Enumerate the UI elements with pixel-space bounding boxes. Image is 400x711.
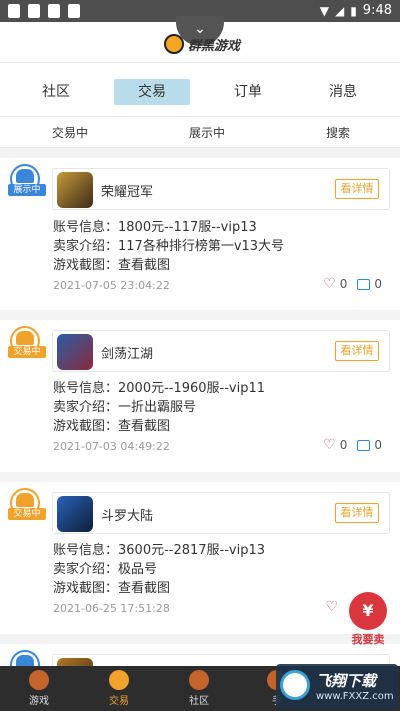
game-box[interactable]: 剑荡江湖 看详情	[52, 330, 390, 372]
sell-button[interactable]: ¥ 我要卖	[345, 592, 391, 646]
game-icon	[57, 334, 93, 370]
game-box[interactable]: 斗罗大陆 看详情	[52, 492, 390, 534]
battery-icon: ▮	[350, 3, 357, 18]
notification-icon	[48, 4, 60, 18]
tab-messages[interactable]: 消息	[305, 79, 381, 105]
comment-count: 0	[374, 438, 382, 452]
game-icon	[57, 658, 93, 666]
tab-orders[interactable]: 订单	[210, 79, 286, 105]
wifi-icon: ▼	[319, 3, 329, 18]
app-header: ⌄ 群黑游戏	[0, 16, 400, 62]
account-info: 账号信息：1800元--117服--vip13	[53, 220, 257, 235]
game-box[interactable]: 荣耀冠军 看详情	[52, 168, 390, 210]
status-icon	[16, 331, 34, 345]
listing-feed: 展示中 荣耀冠军 看详情 账号信息：1800元--117服--vip13 卖家介…	[0, 150, 400, 666]
status-icon	[16, 493, 34, 507]
listing-card[interactable]: 交易中 斗罗大陆 看详情 账号信息：3600元--2817服--vip13 卖家…	[0, 482, 400, 634]
watermark-title: 飞翔下载	[316, 672, 377, 690]
tab-community[interactable]: 社区	[18, 79, 94, 105]
nav-games[interactable]: 游戏	[14, 670, 64, 707]
subtab-trading[interactable]: 交易中	[52, 124, 88, 141]
logo-text: 群黑游戏	[188, 38, 241, 54]
signal-icon: ◢	[334, 3, 345, 18]
nav-label: 交易	[109, 696, 129, 707]
game-icon	[57, 172, 93, 208]
app-logo: 群黑游戏	[164, 34, 240, 54]
listing-stats: ♡ 0 0	[323, 438, 382, 452]
watermark-logo-icon	[280, 670, 310, 700]
heart-icon[interactable]: ♡	[325, 600, 338, 614]
view-detail-button[interactable]: 看详情	[335, 503, 379, 523]
account-info: 账号信息：3600元--2817服--vip13	[53, 543, 266, 558]
seller-intro: 卖家介绍：一折出霸服号	[53, 400, 197, 415]
post-time: 2021-07-05 23:04:22	[53, 279, 170, 292]
comment-icon[interactable]	[357, 439, 371, 451]
status-badge: 交易中	[8, 326, 46, 358]
screenshot-link[interactable]: 游戏截图：查看截图	[53, 577, 170, 596]
post-time: 2021-06-25 17:51:28	[53, 602, 170, 615]
game-icon	[57, 496, 93, 532]
like-count: 0	[339, 277, 348, 291]
game-name: 斗罗大陆	[101, 509, 154, 524]
status-icon	[16, 169, 34, 183]
status-label: 交易中	[8, 508, 46, 520]
subtab-showing[interactable]: 展示中	[189, 124, 225, 141]
heart-icon[interactable]: ♡	[323, 438, 336, 452]
sell-label: 我要卖	[351, 633, 385, 646]
listing-card[interactable]	[0, 644, 400, 666]
like-count: 0	[339, 438, 348, 452]
nav-label: 游戏	[29, 696, 49, 707]
subtab-search[interactable]: 搜索	[326, 124, 350, 141]
watermark-url: www.FXXZ.com	[316, 691, 394, 702]
trade-icon	[109, 670, 129, 690]
listing-stats: ♡ 0 0	[323, 277, 382, 291]
listing-card[interactable]: 展示中 荣耀冠军 看详情 账号信息：1800元--117服--vip13 卖家介…	[0, 158, 400, 310]
status-label: 展示中	[8, 184, 46, 196]
comment-icon[interactable]	[357, 278, 371, 290]
nav-community[interactable]: 社区	[174, 670, 224, 707]
yuan-icon: ¥	[349, 592, 387, 630]
status-badge: 交易中	[8, 488, 46, 520]
seller-intro: 卖家介绍：117各种排行榜第一v13大号	[53, 239, 285, 254]
account-info: 账号信息：2000元--1960服--vip11	[53, 381, 266, 396]
view-detail-button[interactable]: 看详情	[335, 341, 379, 361]
nav-trade[interactable]: 交易	[94, 670, 144, 707]
top-tabs: 社区 交易 订单 消息	[0, 62, 400, 116]
notification-icon	[28, 4, 40, 18]
notification-icon	[8, 4, 20, 18]
game-name: 荣耀冠军	[101, 185, 154, 200]
games-icon	[29, 670, 49, 690]
community-icon	[189, 670, 209, 690]
status-icons-right: ▼ ◢ ▮ 9:48	[320, 3, 392, 18]
logo-icon	[164, 34, 184, 54]
sub-tabs: 交易中 展示中 搜索	[0, 116, 400, 148]
screenshot-link[interactable]: 游戏截图：查看截图	[53, 254, 170, 273]
nav-label: 社区	[189, 696, 209, 707]
heart-icon[interactable]: ♡	[323, 277, 336, 291]
status-icon	[16, 655, 34, 666]
listing-stats: ♡	[325, 600, 338, 614]
grid-icon	[68, 4, 80, 18]
watermark: 飞翔下载 www.FXXZ.com	[276, 664, 398, 709]
screenshot-link[interactable]: 游戏截图：查看截图	[53, 415, 170, 434]
status-badge	[10, 650, 40, 666]
view-detail-button[interactable]: 看详情	[335, 179, 379, 199]
listing-card[interactable]: 交易中 剑荡江湖 看详情 账号信息：2000元--1960服--vip11 卖家…	[0, 320, 400, 472]
status-time: 9:48	[362, 3, 392, 18]
comment-count: 0	[374, 277, 382, 291]
status-badge: 展示中	[8, 164, 46, 196]
post-time: 2021-07-03 04:49:22	[53, 440, 170, 453]
status-icons-left	[8, 4, 80, 18]
tab-trade[interactable]: 交易	[114, 79, 190, 105]
game-name: 剑荡江湖	[101, 347, 154, 362]
status-label: 交易中	[8, 346, 46, 358]
seller-intro: 卖家介绍：极品号	[53, 562, 158, 577]
